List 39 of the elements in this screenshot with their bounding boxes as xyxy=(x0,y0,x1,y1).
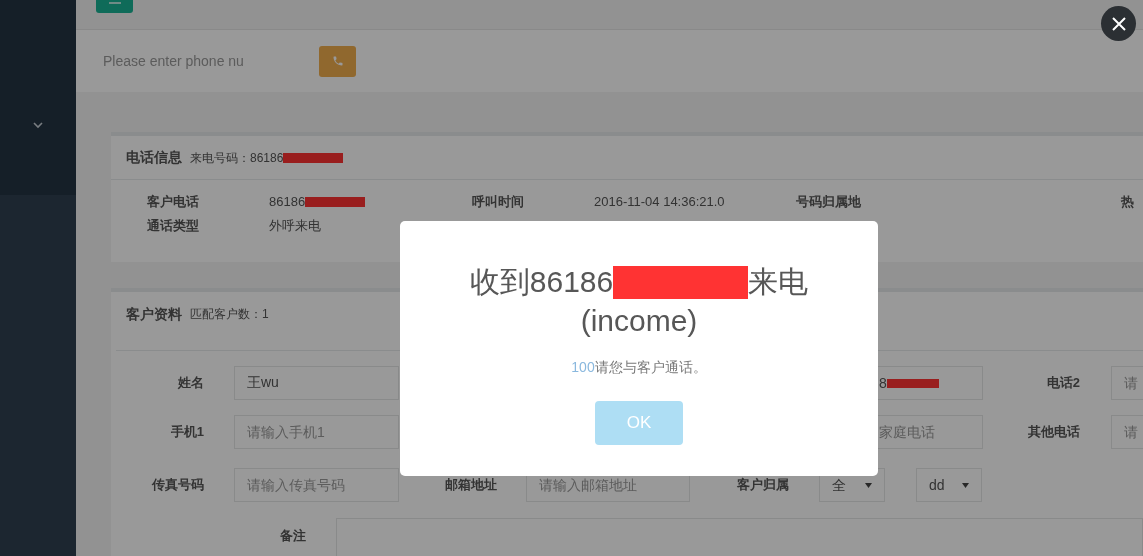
field-label: 电话2 xyxy=(1045,374,1080,393)
text-input[interactable]: 请输入传真号码 xyxy=(234,468,399,502)
text-input[interactable]: 王wu xyxy=(234,366,399,400)
dialog-title: 来电 xyxy=(748,264,809,300)
info-value: 外呼来电 xyxy=(269,217,321,236)
dialog-message: 请您与客户通话。 xyxy=(594,358,707,377)
card-title: 电话信息 xyxy=(126,148,182,167)
info-label: 热 xyxy=(1121,193,1135,212)
dropdown-arrow-icon xyxy=(865,482,872,488)
menu-button[interactable] xyxy=(96,0,133,13)
caller-number: 来电号码：86186 xyxy=(190,149,284,167)
info-label: 通话类型 xyxy=(147,217,200,236)
close-icon xyxy=(1110,15,1127,32)
field-label: 传真号码 xyxy=(150,476,204,495)
dropdown-arrow-icon xyxy=(962,482,969,488)
dialog-title: (income) xyxy=(580,303,698,339)
card-title: 客户资料 xyxy=(126,304,182,324)
text-input[interactable]: 请 xyxy=(1111,415,1143,449)
field-label: 客户归属 xyxy=(736,476,789,495)
field-label: 手机1 xyxy=(169,423,204,442)
info-value: 2016-11-04 14:36:21.0 xyxy=(594,193,725,212)
info-label: 呼叫时间 xyxy=(472,193,525,212)
chevron-down-icon[interactable] xyxy=(33,122,43,129)
select-dropdown[interactable]: dd xyxy=(916,468,982,502)
field-label: 其他电话 xyxy=(1027,423,1080,442)
text-input[interactable]: 请 xyxy=(1111,366,1143,400)
match-count: 匹配客户数：1 xyxy=(190,306,269,323)
dialog-title: 收到86186 xyxy=(469,264,614,300)
phone-icon xyxy=(331,55,344,67)
field-label: 备注 xyxy=(279,527,306,545)
info-value: 86186 xyxy=(269,193,306,212)
phone-input[interactable]: Please enter phone nu xyxy=(103,50,258,72)
info-label: 号码归属地 xyxy=(796,193,862,212)
field-label: 邮箱地址 xyxy=(444,476,497,495)
agent-number: 100 xyxy=(571,358,595,377)
info-label: 客户电话 xyxy=(147,193,200,212)
text-input[interactable]: 请输入手机1 xyxy=(234,415,399,449)
field-label: 姓名 xyxy=(177,374,204,393)
call-button[interactable] xyxy=(319,45,356,77)
